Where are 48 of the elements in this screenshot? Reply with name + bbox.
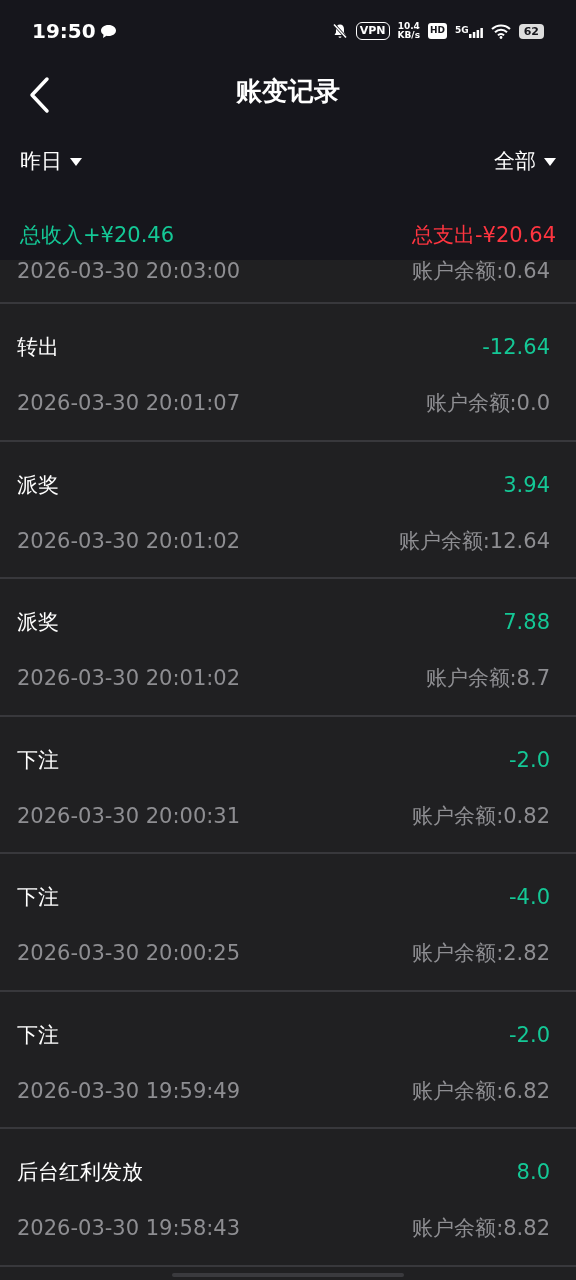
record-amount: 3.94 (503, 471, 550, 499)
chat-bubble-icon (99, 23, 117, 39)
network-speed-value: 10.4 (397, 22, 420, 31)
record-amount: -2.0 (509, 746, 550, 774)
record-amount: -4.0 (509, 884, 550, 911)
record-balance: 账户余额:0.82 (412, 802, 550, 830)
record-balance: 账户余额:2.82 (412, 940, 550, 967)
record-amount: -12.64 (482, 334, 550, 361)
record-type: 下注 (17, 746, 59, 774)
record-balance: 账户余额:6.82 (412, 1077, 550, 1105)
record-type: 转出 (17, 334, 59, 361)
vpn-indicator: VPN (355, 22, 390, 40)
caret-icon (70, 157, 82, 166)
muted-bell-icon (331, 23, 348, 39)
record-type: 后台红利发放 (17, 1159, 143, 1186)
record-balance: 账户余额:8.82 (412, 1215, 550, 1242)
record-amount: 8.0 (516, 1159, 550, 1186)
record-balance: 账户余额:12.64 (398, 527, 550, 555)
hd-indicator: HD (428, 23, 448, 39)
record-time: 2026-03-30 19:58:43 (17, 1215, 241, 1242)
status-time: 19:50 (32, 18, 96, 45)
record-time: 2026-03-30 20:01:02 (17, 527, 241, 555)
record-type: 下注 (17, 884, 59, 911)
filter-dropdown[interactable]: 全部 (494, 146, 556, 178)
total-expense: 总支出-¥20.64 (411, 222, 556, 249)
record-type: 下注 (17, 1021, 59, 1049)
network-type: 5G (455, 24, 469, 38)
page-title: 账变记录 (236, 74, 340, 108)
total-income: 总收入+¥20.46 (20, 222, 175, 249)
record-amount: 7.88 (503, 609, 550, 636)
battery-level: 62 (518, 23, 544, 39)
record-time: 2026-03-30 20:00:25 (17, 940, 241, 967)
record-balance: 账户余额:8.7 (425, 665, 550, 692)
record-type: 派奖 (17, 471, 59, 499)
record-time: 2026-03-30 20:01:07 (17, 390, 241, 417)
caret-icon (544, 157, 556, 166)
network-speed-unit: KB/s (397, 31, 420, 40)
record-time: 2026-03-30 20:00:31 (17, 802, 241, 830)
wifi-icon (490, 23, 511, 39)
signal-icon (468, 27, 483, 38)
record-time: 2026-03-30 19:59:49 (17, 1077, 241, 1105)
filter-dropdown[interactable]: 昨日 (20, 146, 82, 178)
record-amount: -2.0 (509, 1021, 550, 1049)
record-balance: 账户余额:0.64 (412, 258, 550, 285)
record-time: 2026-03-30 20:01:02 (17, 665, 241, 692)
record-type: 派奖 (17, 609, 59, 636)
record-balance: 账户余额:0.0 (425, 390, 550, 417)
record-time: 2026-03-30 20:03:00 (17, 258, 241, 285)
